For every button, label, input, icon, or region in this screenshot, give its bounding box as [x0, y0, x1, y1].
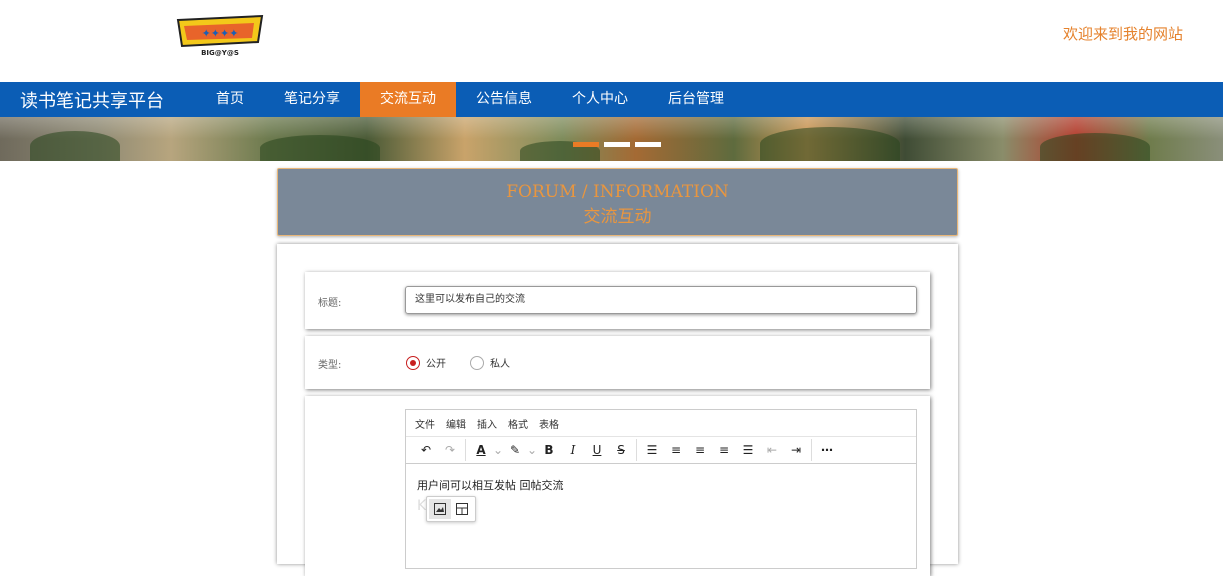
strikethrough-icon[interactable]: S [609, 439, 633, 461]
editor-menu-format[interactable]: 格式 [508, 416, 528, 431]
editor-menu-table[interactable]: 表格 [539, 416, 559, 431]
editor-menu-file[interactable]: 文件 [415, 416, 435, 431]
site-header: ✦✦✦✦ BIG@Y@S 欢迎来到我的网站 [0, 0, 1223, 82]
editor-menu-insert[interactable]: 插入 [477, 416, 497, 431]
welcome-text: 欢迎来到我的网站 [1062, 25, 1183, 43]
nav-menu: 首页 笔记分享 交流互动 公告信息 个人中心 后台管理 [196, 82, 744, 117]
type-row: 类型: 公开 私人 [305, 336, 930, 389]
editor-content[interactable]: 用户间可以相互发帖 回帖交流 K [406, 464, 916, 522]
type-option-public-label: 公开 [426, 359, 446, 370]
bold-icon[interactable]: B [537, 439, 561, 461]
main-nav: 读书笔记共享平台 首页 笔记分享 交流互动 公告信息 个人中心 后台管理 [0, 82, 1223, 117]
indent-icon[interactable]: ⇥ [784, 439, 808, 461]
title-input[interactable]: 这里可以发布自己的交流 [405, 286, 917, 314]
nav-item-home[interactable]: 首页 [196, 82, 264, 117]
site-brand[interactable]: 读书笔记共享平台 [20, 87, 164, 113]
type-option-private-label: 私人 [490, 359, 510, 370]
banner-dot-1[interactable] [573, 142, 599, 147]
align-center-icon[interactable]: ≡ [688, 439, 712, 461]
nav-item-notes[interactable]: 笔记分享 [264, 82, 360, 117]
align-right-icon[interactable]: ≡ [712, 439, 736, 461]
type-option-public[interactable]: 公开 [406, 355, 446, 370]
content-row: 文件 编辑 插入 格式 表格 ↶ ↷ A ⌄ ✎ ⌄ B I U S ☰ ≡ ≡… [305, 396, 930, 576]
svg-text:✦✦✦✦: ✦✦✦✦ [202, 27, 239, 40]
nav-item-notices[interactable]: 公告信息 [456, 82, 552, 117]
quick-insert-popover [426, 496, 476, 522]
editor-toolbar: ↶ ↷ A ⌄ ✎ ⌄ B I U S ☰ ≡ ≡ ≡ ☰ ⇤ ⇥ ⋯ [406, 437, 916, 464]
post-form: 标题: 这里可以发布自己的交流 类型: 公开 私人 文件 编辑 插入 格式 表格 [277, 244, 958, 576]
banner-dot-3[interactable] [635, 142, 661, 147]
align-justify-icon[interactable]: ☰ [736, 439, 760, 461]
banner-image [0, 117, 1223, 161]
nav-item-profile[interactable]: 个人中心 [552, 82, 648, 117]
chevron-down-icon[interactable]: ⌄ [527, 439, 537, 461]
banner-dot-2[interactable] [604, 142, 630, 147]
editor-menubar: 文件 编辑 插入 格式 表格 [406, 410, 916, 437]
undo-icon[interactable]: ↶ [414, 439, 438, 461]
title-label: 标题: [318, 298, 342, 309]
editor-menu-edit[interactable]: 编辑 [446, 416, 466, 431]
nav-item-forum[interactable]: 交流互动 [360, 82, 456, 117]
italic-icon[interactable]: I [561, 439, 585, 461]
type-option-private[interactable]: 私人 [470, 355, 510, 370]
outdent-icon[interactable]: ⇤ [760, 439, 784, 461]
radio-private[interactable] [470, 355, 484, 370]
highlight-icon[interactable]: ✎ [503, 439, 527, 461]
section-title-en: FORUM / INFORMATION [506, 182, 729, 202]
underline-icon[interactable]: U [585, 439, 609, 461]
type-label: 类型: [318, 360, 342, 371]
redo-icon[interactable]: ↷ [438, 439, 462, 461]
logo-text: BIG@Y@S [201, 49, 239, 57]
type-radio-group: 公开 私人 [406, 355, 534, 370]
section-title-cn: 交流互动 [583, 207, 652, 227]
list-icon[interactable]: ☰ [640, 439, 664, 461]
chevron-down-icon[interactable]: ⌄ [493, 439, 503, 461]
insert-image-icon[interactable] [429, 499, 451, 519]
radio-public[interactable] [406, 355, 420, 370]
ghost-icon: K [417, 498, 427, 514]
text-color-icon[interactable]: A [469, 439, 493, 461]
rich-text-editor: 文件 编辑 插入 格式 表格 ↶ ↷ A ⌄ ✎ ⌄ B I U S ☰ ≡ ≡… [405, 409, 917, 569]
site-logo[interactable]: ✦✦✦✦ BIG@Y@S [174, 12, 266, 58]
editor-text: 用户间可以相互发帖 回帖交流 [417, 479, 564, 492]
banner-pager [573, 142, 661, 147]
title-row: 标题: 这里可以发布自己的交流 [305, 272, 930, 329]
insert-table-icon[interactable] [451, 499, 473, 519]
section-title: FORUM / INFORMATION 交流互动 [277, 168, 958, 236]
more-icon[interactable]: ⋯ [815, 439, 839, 461]
align-left-icon[interactable]: ≡ [664, 439, 688, 461]
nav-item-admin[interactable]: 后台管理 [648, 82, 744, 117]
